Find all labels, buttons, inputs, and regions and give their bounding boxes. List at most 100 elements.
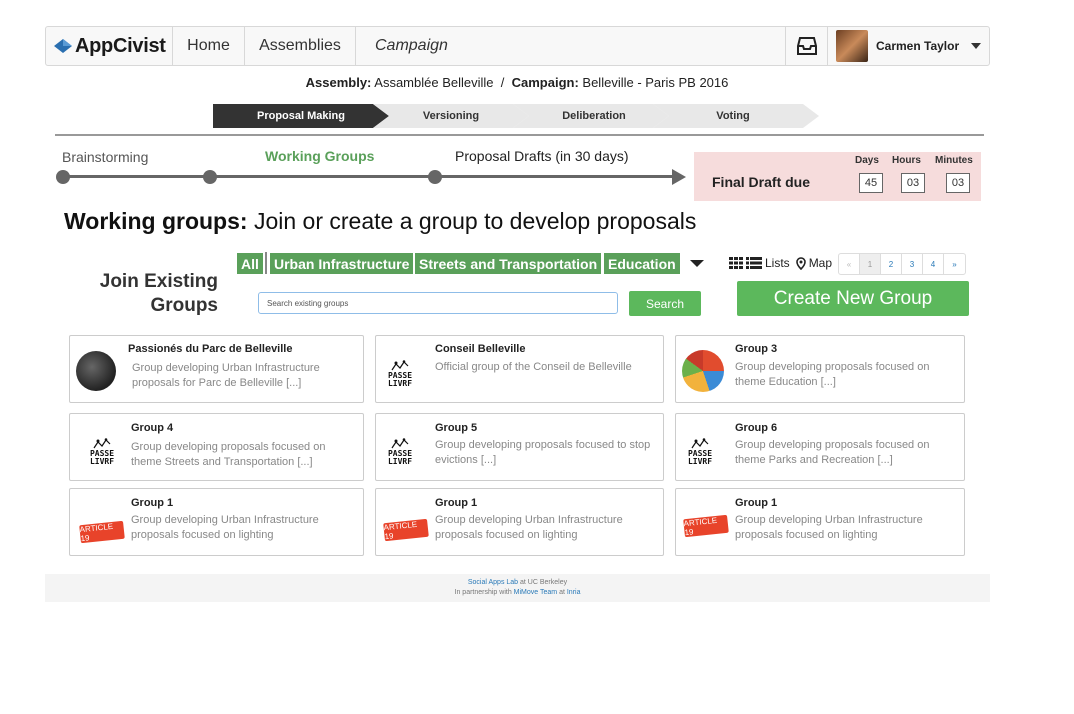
group-title[interactable]: Group 1 [435,497,477,509]
group-card[interactable]: ARTICLE 19 Group 1 Group developing Urba… [69,488,364,556]
passe-livre-logo: PASSE LIVRF [382,426,418,466]
avatar [836,30,868,62]
user-menu[interactable]: Carmen Taylor [828,27,990,65]
phase-proposal-making[interactable]: Proposal Making [213,104,389,128]
group-card[interactable]: Passionés du Parc de Belleville Group de… [69,335,364,403]
phase-voting[interactable]: Voting [653,104,813,128]
pagination: « 1 2 3 4 » [838,253,966,275]
user-name: Carmen Taylor [876,39,960,53]
passe-livre-logo: PASSE LIVRF [382,348,418,388]
passe-livre-logo-text: LIVRF [387,457,413,466]
breadcrumb-campaign[interactable]: Belleville - Paris PB 2016 [582,75,728,90]
deadline-panel: Final Draft due Days Hours Minutes 45 03… [694,152,981,201]
filter-separator [265,252,267,274]
page-title-rest: Join or create a group to develop propos… [253,208,697,234]
countdown-days: 45 [859,173,883,193]
pagination-page-1[interactable]: 1 [860,254,881,274]
inbox-button[interactable] [785,27,828,65]
brand-logo[interactable]: AppCivist [46,27,173,65]
pagination-page-4[interactable]: 4 [923,254,944,274]
map-pin-icon[interactable] [795,256,806,270]
nav-campaign[interactable]: Campaign [361,27,561,65]
breadcrumb-assembly[interactable]: Assamblée Belleville [374,75,493,90]
group-description: Group developing Urban Infrastructure pr… [735,514,923,541]
page-title: Working groups: Join or create a group t… [64,208,696,235]
search-input[interactable] [258,292,618,314]
group-title[interactable]: Group 3 [735,343,777,355]
join-existing-label: Join Existing Groups [99,271,218,316]
filter-education[interactable]: Education [604,253,680,274]
timeline-stage-working-groups[interactable]: Working Groups [265,148,374,164]
timeline-dot-working-groups [203,170,217,184]
nav-home[interactable]: Home [173,27,245,65]
group-logo [682,350,724,392]
group-title[interactable]: Conseil Belleville [435,343,525,355]
pagination-page-2[interactable]: 2 [881,254,902,274]
filter-more-chevron-icon[interactable] [690,260,704,267]
footer-link-inria[interactable]: Inria [567,589,581,596]
group-card[interactable]: PASSE LIVRF Group 4 Group developing prop… [69,413,364,481]
filter-all[interactable]: All [237,253,263,274]
group-card[interactable]: PASSE LIVRF Conseil Belleville Official g… [375,335,664,403]
countdown-hours-label: Hours [892,155,921,166]
view-lists-label[interactable]: Lists [765,256,790,270]
list-view-icon[interactable] [746,257,762,269]
filter-streets-transportation[interactable]: Streets and Transportation [415,253,602,274]
group-card[interactable]: PASSE LIVRF Group 6 Group developing prop… [675,413,965,481]
breadcrumb: Assembly: Assamblée Belleville / Campaig… [0,75,1034,90]
appcivist-logo-icon [54,39,72,53]
article-19-logo: ARTICLE 19 [383,518,429,542]
passe-livre-logo: PASSE LIVRF [682,426,718,466]
filter-urban-infrastructure[interactable]: Urban Infrastructure [270,253,414,274]
timeline-stage-brainstorming[interactable]: Brainstorming [62,149,148,165]
phase-versioning[interactable]: Versioning [373,104,529,128]
grid-view-icon[interactable] [729,257,743,269]
group-card[interactable]: Group 3 Group developing proposals focus… [675,335,965,403]
group-title[interactable]: Passionés du Parc de Belleville [128,343,292,355]
group-card[interactable]: PASSE LIVRF Group 5 Group developing prop… [375,413,664,481]
article-19-logo: ARTICLE 19 [683,514,729,538]
passe-livre-logo-text: LIVRF [387,379,413,388]
group-description: Official group of the Conseil de Bellevi… [435,361,632,373]
group-logo [76,351,116,391]
group-description: Group developing proposals focused on th… [735,361,930,388]
search-button[interactable]: Search [629,291,701,316]
group-description: Group developing proposals focused on th… [735,439,930,466]
footer-link-social-apps-lab[interactable]: Social Apps Lab [468,579,518,586]
create-group-button[interactable]: Create New Group [737,281,969,316]
timeline-dot-proposal-drafts [428,170,442,184]
group-card[interactable]: ARTICLE 19 Group 1 Group developing Urba… [375,488,664,556]
brand-name: AppCivist [75,34,166,57]
group-title[interactable]: Group 6 [735,422,777,434]
nav-assemblies[interactable]: Assemblies [245,27,356,65]
footer-link-mimove[interactable]: MiMove Team [514,589,557,596]
footer-text: at [557,589,567,596]
breadcrumb-separator: / [500,75,505,90]
phase-divider [55,134,984,136]
group-card[interactable]: ARTICLE 19 Group 1 Group developing Urba… [675,488,965,556]
footer-text: at UC Berkeley [518,579,568,586]
timeline-stage-proposal-drafts[interactable]: Proposal Drafts (in 30 days) [455,148,629,164]
group-title[interactable]: Group 1 [131,497,173,509]
timeline-dot-brainstorming [56,170,70,184]
pagination-prev[interactable]: « [839,254,860,274]
view-map-label[interactable]: Map [809,256,832,270]
group-title[interactable]: Group 4 [131,422,173,434]
group-description: Group developing proposals focused to st… [435,439,651,466]
pagination-next[interactable]: » [944,254,965,274]
deadline-title: Final Draft due [712,174,811,190]
countdown-minutes: 03 [946,173,970,193]
countdown-minutes-label: Minutes [935,155,973,166]
phase-deliberation[interactable]: Deliberation [513,104,675,128]
passe-livre-logo: PASSE LIVRF [84,426,120,466]
group-description: Group developing Urban Infrastructure pr… [132,362,320,389]
group-title[interactable]: Group 1 [735,497,777,509]
pagination-page-3[interactable]: 3 [902,254,923,274]
group-title[interactable]: Group 5 [435,422,477,434]
passe-livre-logo-text: LIVRF [89,457,115,466]
countdown-days-label: Days [855,155,879,166]
group-description: Group developing Urban Infrastructure pr… [131,514,319,541]
article-19-logo: ARTICLE 19 [79,520,125,544]
footer-line-2: In partnership with MiMove Team at Inria [45,588,990,598]
chevron-down-icon [971,43,982,49]
